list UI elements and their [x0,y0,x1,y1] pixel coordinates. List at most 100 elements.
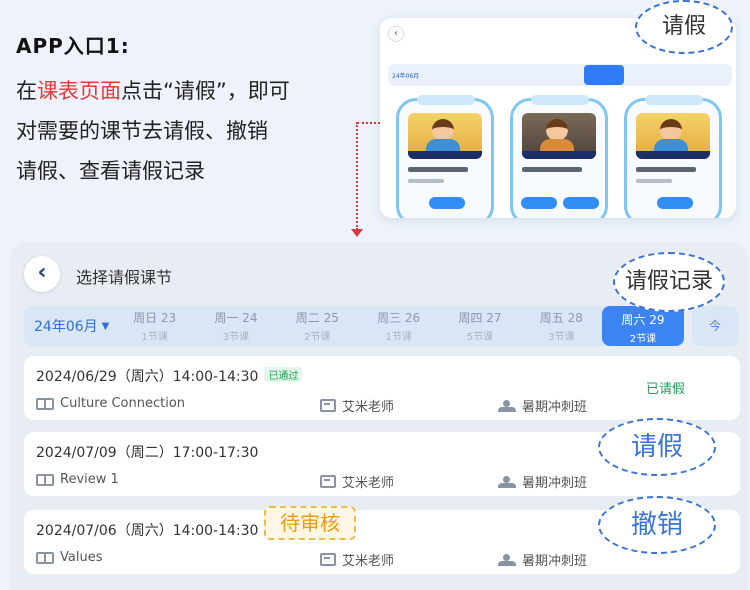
class-icon [498,399,516,412]
month-label: 24年06月 [34,319,98,335]
day-count: 2节课 [304,332,331,343]
day-item[interactable]: 周五 28 3节课 [521,309,602,343]
preview-card-button [429,197,465,209]
status-badge: 已通过 [264,367,303,382]
leave-status: 已请假 [646,382,686,397]
request-leave-button[interactable]: 请假 [598,418,716,476]
course-name: Culture Connection [60,396,186,411]
day-label: 周一 24 [214,311,258,325]
preview-day: · [449,71,452,78]
connector-line [356,122,358,230]
day-label: 周五 28 [539,311,583,325]
day-count: 5节课 [466,332,494,343]
day-item[interactable]: 周日 23 1节课 [114,309,195,343]
lesson-thumbnail [636,113,710,159]
preview-card-teacher [408,179,444,183]
day-label: 周二 25 [295,311,339,325]
day-count: 3节课 [222,332,250,343]
day-count: 1节课 [141,332,168,343]
today-button[interactable]: 今 [692,306,738,346]
day-item[interactable]: 周三 26 1节课 [358,309,439,343]
preview-cards [396,95,728,218]
month-dropdown[interactable]: 24年06月 ▼ [24,316,114,336]
class-name: 暑期冲刺班 [522,476,588,491]
teacher-icon [320,399,336,412]
intro: APP入口1: 在课表页面点击“请假”，即可 对需要的课节去请假、撤销 请假、查… [16,30,356,191]
preview-card-tag [645,95,703,105]
cancel-leave-button[interactable]: 撤销 [598,496,716,554]
lesson-time: 2024/06/29（周六）14:00-14:30 已通过 [36,366,303,386]
preview-card-title [636,167,696,172]
day-count: 2节课 [629,334,657,345]
course-name: Review 1 [60,472,119,487]
lesson-time: 2024/07/09（周二）17:00-17:30 [36,445,259,461]
preview-day: · [704,71,707,78]
book-icon [36,397,54,410]
preview-day-active [584,65,625,85]
arrow-down-icon [351,229,363,237]
lesson-teacher: 艾米老师 [320,472,394,491]
preview-datebar: 24年06月 · · · · · [388,64,732,86]
lesson-class: 暑期冲刺班 [498,472,587,491]
preview-day: · [651,71,654,78]
lesson-course: Review 1 [36,472,119,487]
preview-day: · [502,71,504,78]
desc-highlight: 课表页面 [37,79,121,103]
preview-card [624,95,722,218]
preview-card-tag [531,95,589,105]
intro-description: 在课表页面点击“请假”，即可 对需要的课节去请假、撤销 请假、查看请假记录 [16,71,356,191]
class-icon [498,475,516,488]
preview-card-button [521,197,557,209]
desc-line2: 对需要的课节去请假、撤销 [16,119,268,143]
teacher-name: 艾米老师 [342,400,395,415]
preview-card-button [657,197,693,209]
preview-card-title [522,167,582,172]
book-icon [36,473,54,486]
teacher-name: 艾米老师 [342,476,395,491]
lesson-thumbnail [522,113,596,159]
teacher-icon [320,553,336,566]
lesson-thumbnail [408,113,482,159]
lesson-teacher: 艾米老师 [320,550,394,569]
preview-card-tag [417,95,475,105]
chevron-left-icon: ‹ [388,26,404,42]
day-label: 周四 27 [458,311,502,325]
teacher-icon [320,475,336,488]
day-label: 周日 23 [133,311,177,325]
day-label: 周六 29 [621,313,665,327]
desc-prefix: 在 [16,79,37,103]
lesson-class: 暑期冲刺班 [498,396,587,415]
class-name: 暑期冲刺班 [522,400,588,415]
date-selector: 24年06月 ▼ 周日 23 1节课 周一 24 3节课 周二 25 2节课 周三 2… [24,306,684,346]
lesson-time: 2024/07/06（周六）14:00-14:30 [36,523,259,539]
day-label: 周三 26 [377,311,421,325]
lesson-course: Culture Connection [36,396,185,411]
connector-line [357,122,380,124]
teacher-name: 艾米老师 [342,554,395,569]
desc-line3: 请假、查看请假记录 [16,159,205,183]
preview-card-title [408,167,468,172]
day-item[interactable]: 周四 27 5节课 [439,309,520,343]
chevron-left-icon: ‹ [37,260,47,285]
preview-card-button [563,197,599,209]
preview-card [396,95,494,218]
desc-line1: 点击“请假”，即可 [121,79,290,103]
day-count: 3节课 [548,332,575,343]
day-count: 1节课 [385,332,412,343]
lesson-teacher: 艾米老师 [320,396,394,415]
preview-card-teacher [636,179,672,183]
intro-heading: APP入口1: [16,34,130,58]
lesson-row: 2024/06/29（周六）14:00-14:30 已通过 Culture Con… [24,356,740,420]
day-item[interactable]: 周一 24 3节课 [195,309,276,343]
back-button[interactable]: ‹ [24,256,60,292]
class-name: 暑期冲刺班 [522,554,588,569]
course-name: Values [60,550,103,565]
leave-record-button[interactable]: 请假记录 [613,252,725,312]
lesson-course: Values [36,550,102,565]
day-item[interactable]: 周二 25 2节课 [277,309,358,343]
day-item-selected[interactable]: 周六 29 2节课 [601,306,684,346]
class-icon [498,553,516,566]
lesson-time-text: 2024/06/29（周六）14:00-14:30 [36,369,259,385]
pending-review-badge: 待审核 [264,506,356,540]
book-icon [36,551,54,564]
